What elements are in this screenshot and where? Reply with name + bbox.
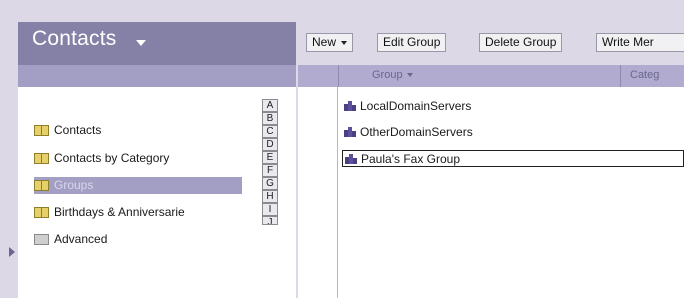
letter-tab-g[interactable]: G xyxy=(262,177,278,190)
view-title[interactable]: Contacts xyxy=(32,27,116,51)
nav-item-contacts-by-category[interactable]: Contacts by Category xyxy=(34,150,242,167)
list-row-group-selected[interactable]: Paula's Fax Group xyxy=(342,150,684,167)
letter-tab-e[interactable]: E xyxy=(262,151,278,164)
column-header-group-label: Group xyxy=(372,69,403,81)
column-header-category[interactable]: Categ xyxy=(630,69,659,81)
nav-item-label: Contacts xyxy=(54,123,102,137)
nav-item-label: Contacts by Category xyxy=(54,151,170,165)
group-name: LocalDomainServers xyxy=(360,99,472,113)
column-header-group[interactable]: Group xyxy=(372,69,413,81)
group-icon xyxy=(345,154,357,164)
letter-index: A B C D E F G H I J xyxy=(260,87,296,298)
new-button-label: New xyxy=(312,35,337,49)
write-memo-button[interactable]: Write Mer xyxy=(596,33,684,52)
address-book-icon xyxy=(34,207,49,218)
action-toolbar: New Edit Group Delete Group Write Mer xyxy=(298,22,684,65)
column-header-category-label: Categ xyxy=(630,69,660,81)
letter-tab-i[interactable]: I xyxy=(262,203,278,216)
nav-item-label: Groups xyxy=(54,178,94,192)
nav-item-advanced[interactable]: Advanced xyxy=(34,231,242,248)
view-menu-caret-icon[interactable] xyxy=(136,40,146,46)
letter-tab-c[interactable]: C xyxy=(262,125,278,138)
column-header-bar xyxy=(298,65,684,87)
group-list xyxy=(298,87,684,298)
nav-item-label: Birthdays & Anniversarie xyxy=(54,205,185,219)
edit-group-button-label: Edit Group xyxy=(383,35,441,49)
contacts-window: Contacts New Edit Group Delete Group Wri… xyxy=(0,0,684,298)
column-divider xyxy=(620,65,621,87)
group-icon xyxy=(344,101,356,111)
group-name: Paula's Fax Group xyxy=(361,152,461,166)
sort-descending-icon xyxy=(406,73,413,78)
group-name: OtherDomainServers xyxy=(360,125,473,139)
folder-icon xyxy=(34,234,49,245)
edit-group-button[interactable]: Edit Group xyxy=(377,33,447,52)
letter-tab-h[interactable]: H xyxy=(262,190,278,203)
address-book-icon xyxy=(34,153,49,164)
letter-tab-a[interactable]: A xyxy=(262,99,278,112)
nav-item-label: Advanced xyxy=(54,232,108,246)
write-memo-button-label: Write Mer xyxy=(602,35,654,49)
nav-item-birthdays-anniversaries[interactable]: Birthdays & Anniversarie xyxy=(34,204,242,221)
letter-tab-b[interactable]: B xyxy=(262,112,278,125)
letter-tab-d[interactable]: D xyxy=(262,138,278,151)
nav-item-groups[interactable]: Groups xyxy=(34,177,242,194)
expand-triangle-icon[interactable] xyxy=(9,247,15,257)
nav-header-bar xyxy=(18,65,296,87)
list-gutter xyxy=(298,87,338,298)
list-row-group[interactable]: OtherDomainServers xyxy=(342,124,684,141)
group-icon xyxy=(344,127,356,137)
delete-group-button-label: Delete Group xyxy=(485,35,557,49)
nav-item-contacts[interactable]: Contacts xyxy=(34,122,242,139)
list-row-group[interactable]: LocalDomainServers xyxy=(342,98,684,115)
delete-group-button[interactable]: Delete Group xyxy=(479,33,563,52)
chevron-down-icon xyxy=(341,40,348,45)
letter-tab-j[interactable]: J xyxy=(262,216,278,225)
column-divider xyxy=(338,65,339,87)
address-book-icon xyxy=(34,180,49,191)
new-button[interactable]: New xyxy=(306,33,354,52)
address-book-icon xyxy=(34,125,49,136)
view-title-bar: Contacts xyxy=(18,22,296,65)
letter-tab-f[interactable]: F xyxy=(262,164,278,177)
